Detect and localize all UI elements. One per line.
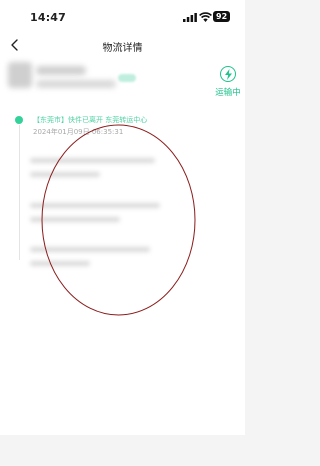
redacted-avatar <box>8 62 32 88</box>
redacted-event-line <box>30 203 160 208</box>
redacted-event-line <box>30 247 150 252</box>
navigation-bar: 物流详情 <box>0 30 245 60</box>
shipment-status[interactable]: 运输中 <box>214 66 242 100</box>
status-bar: 14:47 92 <box>0 0 245 30</box>
cellular-signal-icon <box>183 13 197 22</box>
page-title: 物流详情 <box>102 43 143 54</box>
redacted-event-line <box>30 261 90 266</box>
redacted-tag <box>118 74 136 82</box>
shipment-header <box>0 60 245 100</box>
timeline-event-text: 【东莞市】快件已离开 东莞转运中心 <box>33 116 148 124</box>
logistics-detail-panel <box>0 100 245 435</box>
redacted-event-line <box>30 217 120 222</box>
status-time: 14:47 <box>30 11 67 24</box>
redacted-subtitle <box>36 80 116 88</box>
lightning-icon <box>225 69 232 80</box>
status-circle <box>220 66 236 82</box>
timeline-event-time: 2024年01月09日 06:35:31 <box>33 128 124 136</box>
battery-indicator: 92 <box>213 11 231 22</box>
timeline-dot-active <box>15 116 23 124</box>
bottom-safe-area <box>0 435 245 466</box>
redacted-title <box>36 66 86 75</box>
wifi-icon <box>199 12 212 22</box>
redacted-event-line <box>30 172 100 177</box>
timeline-line <box>19 125 20 260</box>
redacted-event-line <box>30 158 155 163</box>
status-label: 运输中 <box>215 88 241 98</box>
